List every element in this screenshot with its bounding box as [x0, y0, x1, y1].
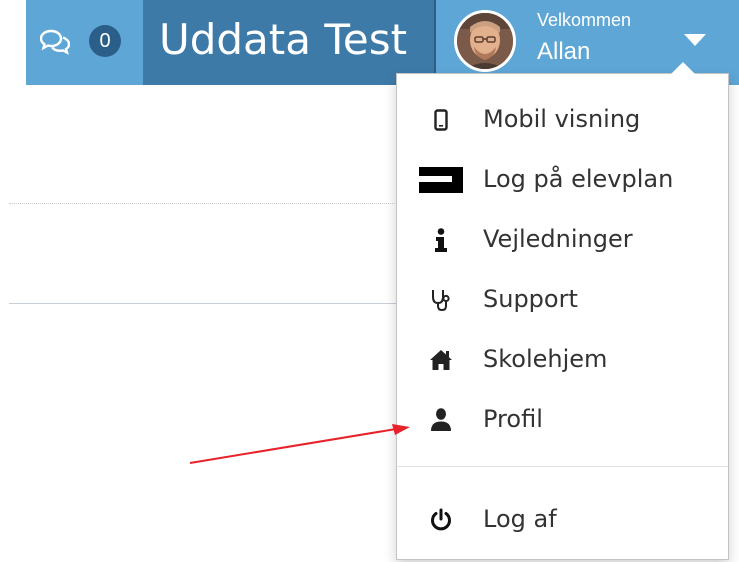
chevron-down-icon — [684, 34, 706, 46]
title-panel: Uddata Test — [143, 0, 434, 85]
menu-divider — [397, 466, 728, 467]
menu-item-log-paa-elevplan[interactable]: Log på elevplan — [397, 152, 728, 208]
info-icon — [419, 224, 463, 256]
menu-item-vejledninger[interactable]: Vejledninger — [397, 212, 728, 268]
menu-item-support[interactable]: Support — [397, 272, 728, 328]
menu-item-label: Support — [483, 285, 578, 313]
app-title: Uddata Test — [159, 15, 408, 64]
messages-button[interactable]: 0 — [26, 0, 143, 85]
menu-item-label: Vejledninger — [483, 225, 633, 253]
message-count-badge: 0 — [89, 25, 121, 57]
header-left-gap — [0, 0, 26, 85]
elevplan-icon — [419, 164, 463, 196]
user-name: Allan — [537, 38, 591, 65]
home-icon — [419, 344, 463, 376]
menu-pointer — [671, 62, 695, 74]
menu-item-skolehjem[interactable]: Skolehjem — [397, 332, 728, 388]
logout-button[interactable]: Log af — [397, 492, 728, 548]
logout-label: Log af — [483, 505, 557, 533]
menu-item-mobil-visning[interactable]: Mobil visning — [397, 92, 728, 148]
power-icon — [419, 504, 463, 536]
content-divider — [9, 303, 399, 304]
menu-item-label: Mobil visning — [483, 105, 641, 133]
menu-item-label: Profil — [483, 405, 543, 433]
user-dropdown-menu: Mobil visning Log på elevplan Vejledning… — [396, 62, 729, 560]
menu-item-label: Log på elevplan — [483, 165, 674, 193]
content-dotted-divider — [9, 203, 399, 204]
mobile-icon — [419, 104, 463, 136]
chat-bubbles-icon — [40, 29, 70, 55]
avatar-photo — [457, 13, 513, 69]
menu-item-profil[interactable]: Profil — [397, 392, 728, 448]
user-icon — [419, 404, 463, 436]
welcome-label: Velkommen — [537, 10, 632, 30]
stethoscope-icon — [419, 284, 463, 316]
avatar — [454, 10, 516, 72]
menu-item-label: Skolehjem — [483, 345, 608, 373]
